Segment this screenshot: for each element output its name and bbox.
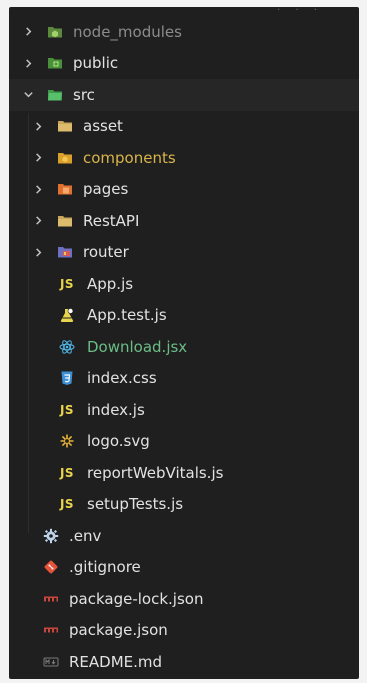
tree-item-label: index.js [87,400,145,419]
tree-item-label: App.js [87,274,134,293]
tree-item-package-json[interactable]: package.json [9,615,359,647]
tree-item-label: Download.jsx [87,337,188,356]
file-explorer-panel: · · · node_modules public src asset comp… [9,7,359,679]
js-file-icon: JS [59,402,75,417]
chevron-right-icon[interactable] [31,214,45,228]
chevron-right-icon[interactable] [31,182,45,196]
tree-item-app-js[interactable]: JS App.js [9,268,359,300]
git-icon [42,558,60,576]
folder-icon [56,212,74,230]
tree-item-router[interactable]: router [9,237,359,269]
tree-item-label: index.css [87,369,157,388]
tree-item-asset[interactable]: asset [9,111,359,143]
css-file-icon [56,369,78,387]
tree-item-src[interactable]: src [9,79,359,111]
tree-item-label: node_modules [73,22,182,41]
tree-item-pages[interactable]: pages [9,174,359,206]
folder-icon [56,117,74,135]
chevron-down-icon[interactable] [21,88,35,102]
router-folder-icon [56,243,74,261]
tree-item-label: .gitignore [69,558,141,577]
tree-item-label: src [73,85,95,104]
tree-item-package-lock-json[interactable]: package-lock.json [9,583,359,615]
tree-item-label: pages [83,180,129,199]
tree-item-label: logo.svg [87,432,150,451]
file-tree: node_modules public src asset components… [9,16,359,678]
tree-item-env[interactable]: .env [9,520,359,552]
tree-item-label: setupTests.js [87,495,184,514]
chevron-right-icon[interactable] [31,119,45,133]
tree-item-logo-svg[interactable]: logo.svg [9,426,359,458]
js-file-icon: JS [59,465,75,480]
tree-item-readme-md[interactable]: README.md [9,646,359,678]
tree-item-restapi[interactable]: RestAPI [9,205,359,237]
js-file-icon: JS [59,497,75,512]
components-folder-icon [56,149,74,167]
react-file-icon [56,338,78,356]
src-folder-icon [46,86,64,104]
tree-item-public[interactable]: public [9,48,359,80]
tree-item-label: .env [69,526,102,545]
svg-file-icon [56,432,78,450]
tree-item-index-js[interactable]: JS index.js [9,394,359,426]
tree-item-download-jsx[interactable]: Download.jsx [9,331,359,363]
tree-item-app-test-js[interactable]: App.test.js [9,300,359,332]
markdown-icon [42,653,60,671]
tree-item-label: package.json [69,621,168,640]
tree-item-label: App.test.js [87,306,167,325]
pages-folder-icon [56,180,74,198]
tree-item-setup-tests-js[interactable]: JS setupTests.js [9,489,359,521]
public-folder-icon [46,54,64,72]
tree-item-label: RestAPI [83,211,140,230]
tree-item-label: reportWebVitals.js [87,463,224,482]
tree-item-components[interactable]: components [9,142,359,174]
node-modules-folder-icon [46,23,64,41]
panel-top-edge-icons: · · · [277,7,323,16]
tree-item-label: asset [83,117,123,136]
chevron-right-icon[interactable] [21,56,35,70]
tree-item-label: public [73,54,119,73]
tree-item-label: router [83,243,129,262]
chevron-right-icon[interactable] [31,151,45,165]
gear-icon [42,527,60,545]
tree-item-report-web-vitals-js[interactable]: JS reportWebVitals.js [9,457,359,489]
chevron-right-icon[interactable] [31,245,45,259]
npm-icon [42,621,60,639]
tree-item-index-css[interactable]: index.css [9,363,359,395]
tree-item-label: package-lock.json [69,589,204,608]
test-file-icon [56,306,78,324]
js-file-icon: JS [59,276,75,291]
tree-item-label: README.md [69,652,163,671]
tree-item-label: components [83,148,176,167]
npm-icon [42,590,60,608]
chevron-right-icon[interactable] [21,25,35,39]
tree-item-node-modules[interactable]: node_modules [9,16,359,48]
tree-item-gitignore[interactable]: .gitignore [9,552,359,584]
